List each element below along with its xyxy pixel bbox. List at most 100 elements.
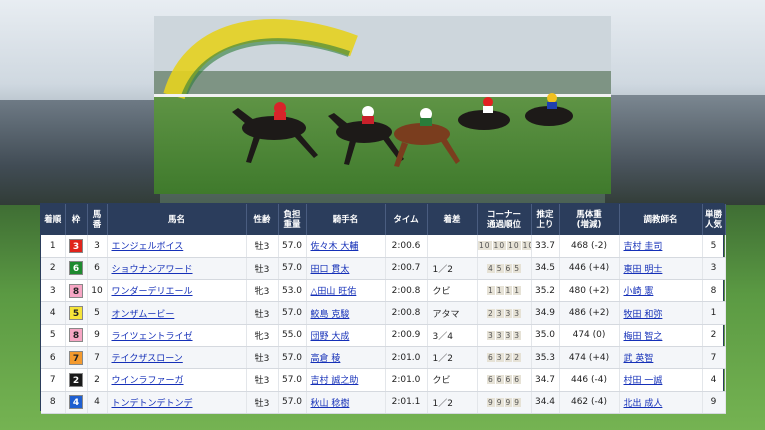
trainer-cell: 北出 成人	[619, 391, 703, 414]
trainer-link[interactable]: 東田 明士	[624, 265, 663, 275]
trainer-link[interactable]: 梅田 智之	[624, 332, 663, 342]
trainer-link[interactable]: 小崎 憲	[624, 287, 654, 297]
corner-position: 6	[504, 375, 513, 385]
horse-name-cell: オンザムービー	[107, 301, 247, 325]
horse-name-link[interactable]: エンジェルボイス	[112, 242, 184, 252]
rank-cell: 1	[41, 235, 66, 258]
trainer-cell: 小崎 憲	[619, 279, 703, 303]
jockey-link[interactable]: 佐々木 大輔	[311, 242, 359, 252]
last3f-cell: 35.2	[531, 279, 560, 303]
horse-name-link[interactable]: ウインラファーガ	[112, 376, 184, 386]
time-cell: 2:00.8	[385, 279, 428, 303]
table-row: 133エンジェルボイス牡357.0佐々木 大輔2:00.61010101033.…	[41, 235, 726, 258]
jockey-cell: 秋山 稔樹	[306, 391, 386, 414]
table-row: 8 4 4 トンデトンデトンデ 牡3 57.0 秋山 稔樹 2:01.1 1／2 9 9 9 9 34.4…	[41, 391, 726, 414]
corner-position: 2	[504, 353, 513, 363]
time-cell: 2:00.9	[385, 324, 428, 347]
margin-cell: クビ	[427, 279, 478, 303]
corner-position: 3	[495, 330, 504, 340]
margin-cell: アタマ	[427, 301, 478, 325]
margin-cell: 1／2	[427, 257, 478, 281]
jockey-link[interactable]: 団野 大成	[311, 332, 350, 342]
horse-name-cell: トンデトンデトンデ	[107, 391, 247, 414]
race-scene-illustration	[154, 16, 611, 194]
horse-name-link[interactable]: ショウナンアワード	[112, 265, 193, 275]
horse-number-cell: 9	[87, 324, 108, 347]
trainer-link[interactable]: 牧田 和弥	[624, 310, 663, 320]
margin-cell: 1／2	[427, 346, 478, 370]
waku-badge: 8	[69, 283, 83, 298]
horse-name-link[interactable]: トンデトンデトンデ	[112, 399, 193, 409]
jockey-link[interactable]: 田口 貫太	[311, 265, 350, 275]
trainer-link[interactable]: 武 英智	[624, 354, 654, 364]
margin-cell: 1／2	[427, 391, 478, 414]
weight-cell: 57.0	[278, 235, 307, 258]
trainer-cell: 梅田 智之	[619, 324, 703, 347]
table-row: 2 6 6 ショウナンアワード 牡3 57.0 田口 貫太 2:00.7 1／2 4 5 6 5 34.5…	[41, 257, 726, 281]
header-popularity: 単勝 人気	[702, 204, 726, 235]
horse-name-link[interactable]: テイクザスローン	[112, 354, 183, 364]
corner-position: 5	[513, 263, 522, 273]
jockey-link[interactable]: 鮫島 克駿	[311, 310, 350, 320]
corner-cell: 6666	[477, 368, 532, 392]
trainer-cell: 村田 一誠	[619, 368, 703, 392]
horse-name-link[interactable]: ワンダーデリエール	[112, 287, 193, 297]
horse-name-cell: ショウナンアワード	[107, 257, 247, 281]
waku-cell: 6	[65, 257, 88, 281]
race-video-frame[interactable]	[154, 16, 611, 194]
corner-position: 3	[513, 308, 522, 318]
weight-cell: 57.0	[278, 301, 307, 325]
jockey-link[interactable]: 高倉 稜	[311, 354, 341, 364]
horse-number-cell: 2	[87, 368, 108, 392]
corner-position: 6	[504, 263, 513, 273]
corner-cell: 10101010	[477, 235, 532, 258]
corner-position: 9	[504, 397, 513, 407]
corner-position: 2	[486, 308, 495, 318]
waku-badge: 2	[69, 372, 83, 387]
last3f-cell: 35.3	[531, 346, 560, 370]
corner-position: 10	[492, 241, 507, 251]
corner-position: 4	[486, 263, 495, 273]
time-cell: 2:00.7	[385, 257, 428, 281]
jockey-link[interactable]: 秋山 稔樹	[311, 399, 350, 409]
horse-name-link[interactable]: オンザムービー	[112, 310, 175, 320]
sex-age-cell: 牡3	[246, 391, 279, 414]
table-header-row: 着順 枠 馬番 馬名 性齢 負担 重量 騎手名 タイム 着差 コーナー 通過順位 推…	[41, 204, 726, 235]
waku-cell: 8	[65, 324, 88, 347]
popularity-cell: 3	[702, 257, 726, 281]
horse-name-cell: エンジェルボイス	[107, 235, 247, 258]
corner-position: 3	[513, 330, 522, 340]
trainer-cell: 東田 明士	[619, 257, 703, 281]
jockey-cell: 佐々木 大輔	[306, 235, 386, 258]
last3f-cell: 34.4	[531, 391, 560, 414]
weight-cell: 57.0	[278, 391, 307, 414]
last3f-cell: 33.7	[531, 235, 560, 258]
table-row: 4 5 5 オンザムービー 牡3 57.0 鮫島 克駿 2:00.8 アタマ 2 3 3 3 34.9 48…	[41, 301, 726, 325]
trainer-link[interactable]: 吉村 圭司	[624, 242, 663, 252]
waku-cell: 4	[65, 391, 88, 414]
jockey-link[interactable]: 吉村 誠之助	[311, 376, 359, 386]
rank-cell: 7	[41, 368, 66, 392]
body-weight-cell: 486 (+2)	[559, 301, 620, 325]
horse-name-cell: ウインラファーガ	[107, 368, 247, 392]
horse-number-cell: 3	[87, 235, 108, 258]
jockey-link[interactable]: △田山 旺佑	[311, 287, 357, 297]
horse-name-link[interactable]: ライツェントライゼ	[112, 332, 193, 342]
body-weight-cell: 474 (+4)	[559, 346, 620, 370]
jockey-cell: △田山 旺佑	[306, 279, 386, 303]
time-cell: 2:01.0	[385, 346, 428, 370]
horse-number-cell: 7	[87, 346, 108, 370]
table-row: 6 7 7 テイクザスローン 牡3 57.0 高倉 稜 2:01.0 1／2 6 3 2 2 35.3 47…	[41, 346, 726, 370]
header-corner: コーナー 通過順位	[477, 204, 532, 235]
corner-cell: 6322	[477, 346, 532, 370]
sex-age-cell: 牡3	[246, 301, 279, 325]
header-last3f: 推定 上り	[531, 204, 560, 235]
header-weight: 負担 重量	[278, 204, 307, 235]
trainer-link[interactable]: 村田 一誠	[624, 376, 663, 386]
time-cell: 2:00.8	[385, 301, 428, 325]
waku-badge: 7	[69, 350, 83, 365]
time-cell: 2:01.1	[385, 391, 428, 414]
sex-age-cell: 牝3	[246, 279, 279, 303]
horse-number-cell: 6	[87, 257, 108, 281]
trainer-link[interactable]: 北出 成人	[624, 399, 663, 409]
